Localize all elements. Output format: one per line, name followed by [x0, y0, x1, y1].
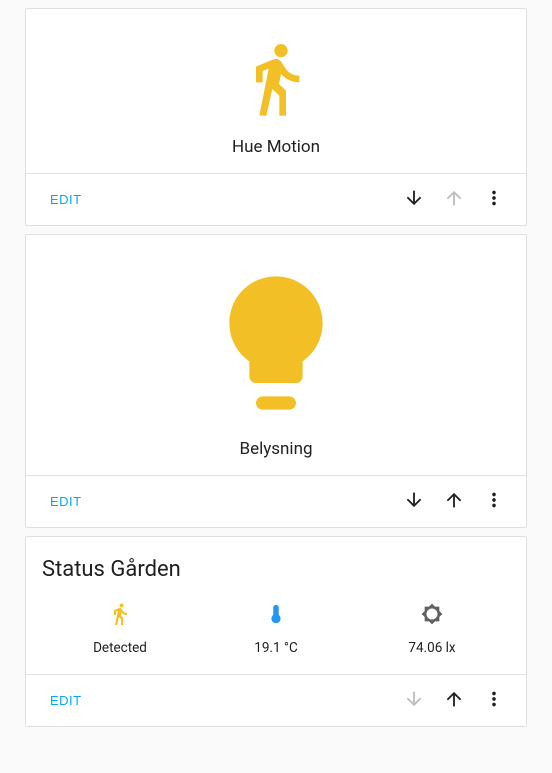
card-actions: EDIT — [26, 173, 526, 225]
arrow-up-icon — [443, 187, 465, 212]
move-down-button[interactable] — [394, 180, 434, 220]
card-title: Status Gården — [42, 557, 181, 602]
more-button[interactable] — [474, 180, 514, 220]
edit-button[interactable]: EDIT — [50, 685, 82, 716]
status-value: Detected — [93, 640, 147, 656]
card-actions: EDIT — [26, 674, 526, 726]
card-label: Belysning — [239, 439, 312, 459]
edit-button[interactable]: EDIT — [50, 184, 82, 215]
more-button[interactable] — [474, 482, 514, 522]
brightness-icon — [420, 602, 444, 626]
status-item-motion[interactable]: Detected — [42, 602, 198, 656]
arrow-down-icon — [403, 489, 425, 514]
arrow-up-icon — [443, 489, 465, 514]
lightbulb-icon — [196, 259, 356, 427]
edit-button[interactable]: EDIT — [50, 486, 82, 517]
move-down-button — [394, 681, 434, 721]
status-item-temperature[interactable]: 19.1 °C — [198, 602, 354, 656]
move-up-button[interactable] — [434, 681, 474, 721]
card-status-garden: Status Gården Detected 19.1 °C — [25, 536, 527, 727]
running-person-icon — [108, 602, 132, 626]
card-body: Hue Motion — [26, 9, 526, 173]
arrow-down-icon — [403, 187, 425, 212]
arrow-down-icon — [403, 688, 425, 713]
move-up-button[interactable] — [434, 482, 474, 522]
status-row: Detected 19.1 °C 74.06 lx — [42, 602, 510, 656]
more-button[interactable] — [474, 681, 514, 721]
status-item-illuminance[interactable]: 74.06 lx — [354, 602, 510, 656]
more-vert-icon — [483, 187, 505, 212]
status-value: 19.1 °C — [254, 640, 298, 656]
move-up-button — [434, 180, 474, 220]
status-value: 74.06 lx — [408, 640, 455, 656]
arrow-up-icon — [443, 688, 465, 713]
more-vert-icon — [483, 688, 505, 713]
more-vert-icon — [483, 489, 505, 514]
move-down-button[interactable] — [394, 482, 434, 522]
card-belysning: Belysning EDIT — [25, 234, 527, 528]
running-person-icon — [236, 33, 316, 125]
card-body: Status Gården Detected 19.1 °C — [26, 537, 526, 674]
card-body: Belysning — [26, 235, 526, 475]
thermometer-icon — [264, 602, 288, 626]
card-label: Hue Motion — [232, 137, 320, 157]
card-hue-motion: Hue Motion EDIT — [25, 8, 527, 226]
card-actions: EDIT — [26, 475, 526, 527]
